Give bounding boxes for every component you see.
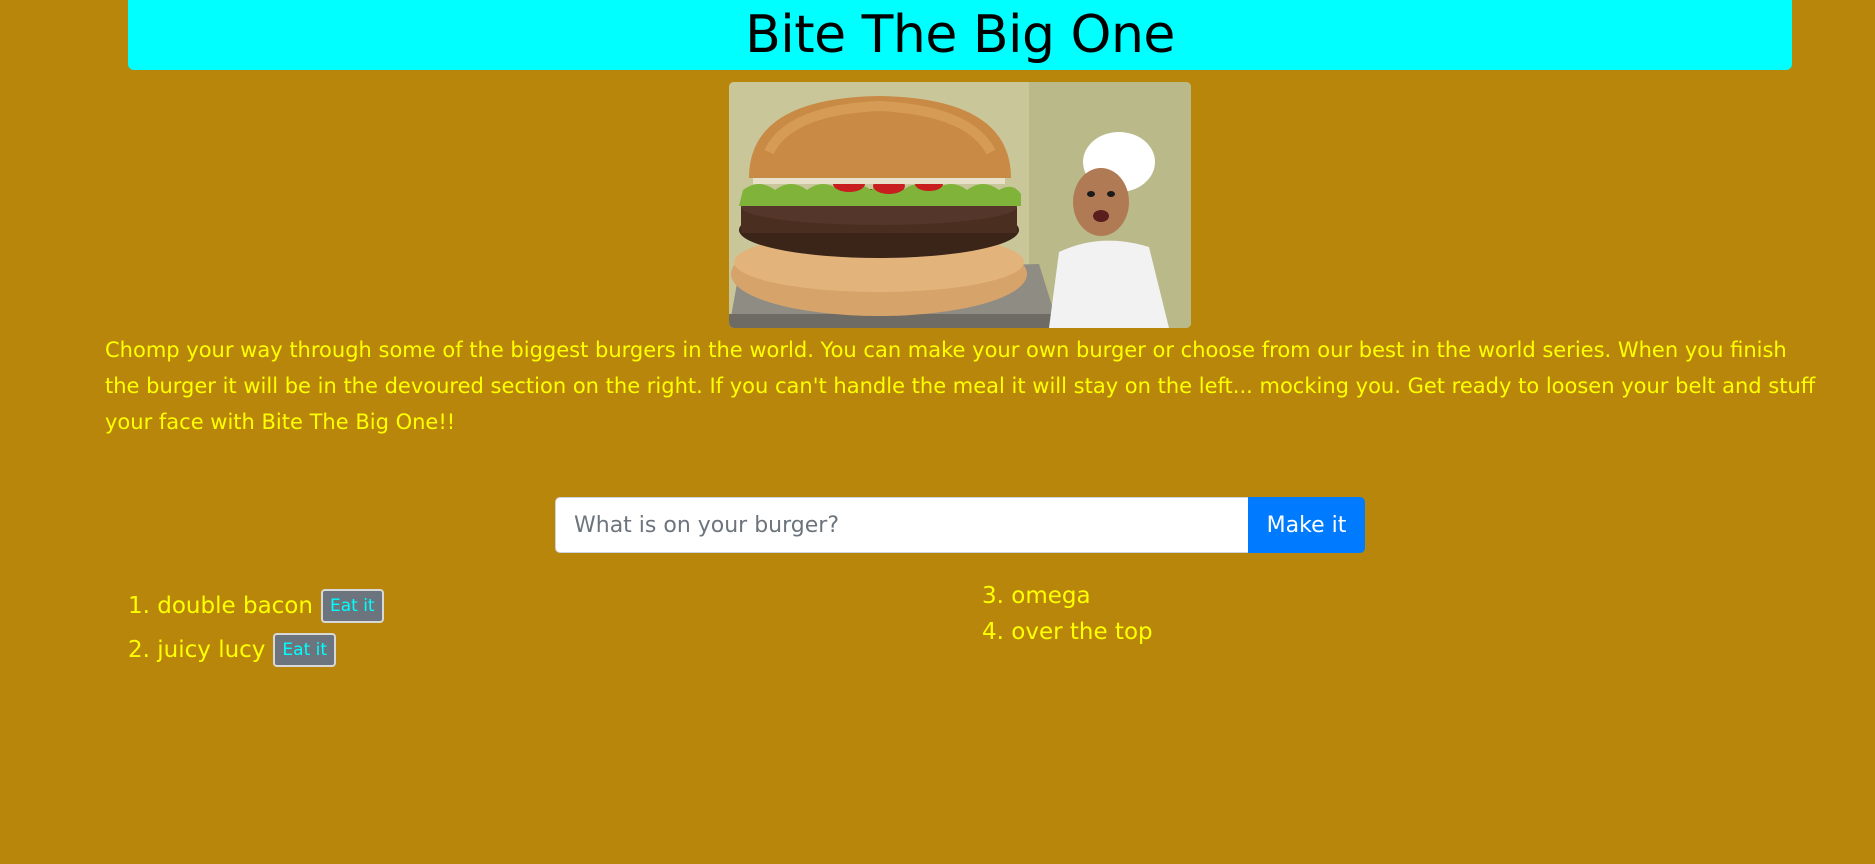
- devoured-burger-list: 3. omega 4. over the top: [982, 578, 1153, 650]
- giant-burger-illustration: [729, 82, 1191, 328]
- intro-text: Chomp your way through some of the bigge…: [105, 338, 1816, 434]
- eat-it-button[interactable]: Eat it: [320, 589, 384, 623]
- list-item-name: over the top: [1011, 619, 1153, 645]
- list-item-name: double bacon: [157, 593, 313, 619]
- list-item-name: omega: [1011, 583, 1091, 609]
- list-item-number: 1.: [128, 593, 150, 619]
- page-header: Bite The Big One: [128, 0, 1792, 70]
- list-item-name: juicy lucy: [157, 637, 266, 663]
- list-item-number: 4.: [982, 619, 1004, 645]
- uneaten-burger-list: 1. double bacon Eat it 2. juicy lucy Eat…: [128, 584, 384, 672]
- burger-input[interactable]: [555, 497, 1248, 553]
- page-title: Bite The Big One: [745, 5, 1175, 65]
- list-item: 2. juicy lucy Eat it: [128, 628, 384, 672]
- list-item: 1. double bacon Eat it: [128, 584, 384, 628]
- eat-it-button[interactable]: Eat it: [273, 633, 337, 667]
- hero-image: [729, 82, 1191, 328]
- list-item: 4. over the top: [982, 614, 1153, 650]
- burger-form: Make it: [555, 497, 1365, 553]
- list-item: 3. omega: [982, 578, 1153, 614]
- page: Bite The Big One Chomp your way through …: [0, 0, 1875, 864]
- make-it-button[interactable]: Make it: [1248, 497, 1365, 553]
- list-item-number: 2.: [128, 637, 150, 663]
- list-item-number: 3.: [982, 583, 1004, 609]
